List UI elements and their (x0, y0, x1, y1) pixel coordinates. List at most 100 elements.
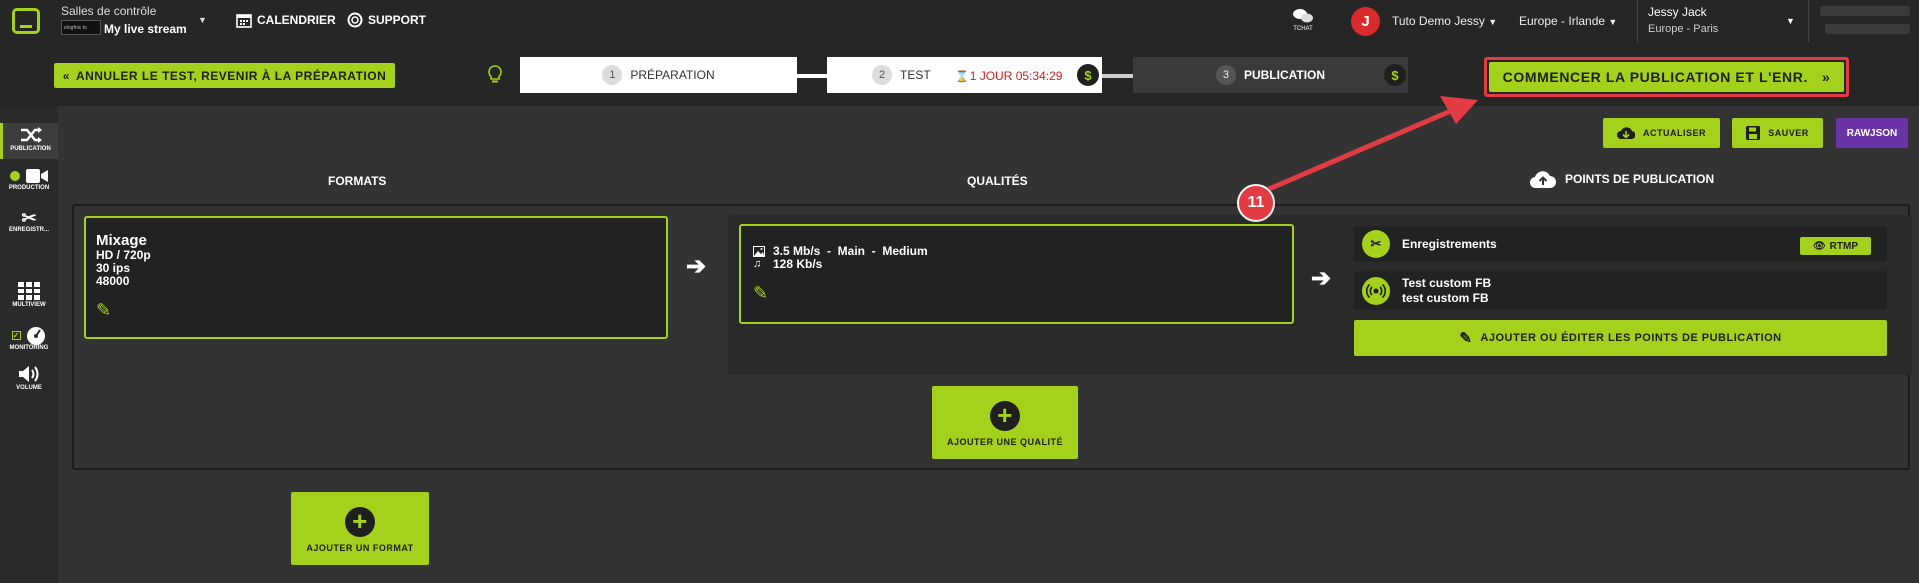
room-chevron-down-icon[interactable]: ▼ (198, 15, 207, 25)
dollar-icon: $ (1384, 64, 1406, 86)
chat-button[interactable]: TCHAT (1288, 8, 1318, 32)
pencil-icon: ✎ (1459, 330, 1473, 347)
add-format-button[interactable]: + AJOUTER UN FORMAT (291, 492, 429, 565)
publication-point-name: Test custom FB (1402, 275, 1492, 290)
speaker-icon (19, 366, 39, 382)
redacted-block (1820, 6, 1910, 16)
add-quality-button[interactable]: + AJOUTER UNE QUALITÉ (932, 386, 1078, 459)
step-callout-badge: 11 (1237, 184, 1275, 222)
divider (1637, 0, 1638, 42)
nav-support[interactable]: SUPPORT (347, 12, 426, 28)
step-label: PRÉPARATION (630, 68, 715, 82)
plus-circle-icon: + (990, 401, 1020, 431)
pencil-icon[interactable]: ✎ (96, 300, 656, 321)
publication-points-heading: POINTS DE PUBLICATION (1530, 169, 1714, 189)
start-publication-button[interactable]: COMMENCER LA PUBLICATION ET L'ENR. » (1489, 62, 1844, 92)
lightbulb-icon[interactable] (487, 65, 503, 85)
step-label: PUBLICATION (1243, 68, 1326, 82)
publication-points-label: POINTS DE PUBLICATION (1565, 172, 1715, 186)
org-selector[interactable]: Tuto Demo Jessy ▼ (1392, 14, 1497, 28)
step-publication[interactable]: 3 PUBLICATION (1133, 57, 1408, 93)
status-dot-icon (10, 171, 20, 181)
rail-item-recording[interactable]: ✂ ENREGISTR... (0, 209, 58, 241)
step-number: 3 (1215, 65, 1236, 85)
nav-calendar[interactable]: CALENDRIER (236, 12, 336, 28)
nav-calendar-label: CALENDRIER (257, 13, 336, 27)
user-timezone: Europe - Paris (1648, 23, 1719, 35)
region-chevron-down-icon: ▼ (1608, 17, 1618, 27)
format-card[interactable]: Mixage HD / 720p 30 ips 48000 ✎ (84, 216, 668, 339)
user-chevron-down-icon[interactable]: ▼ (1786, 16, 1795, 26)
double-chevron-left-icon: « (62, 68, 70, 83)
redacted-block (1825, 24, 1910, 34)
plus-circle-icon: + (345, 507, 375, 537)
rail-label: ENREGISTR... (8, 227, 49, 233)
rail-label: PRODUCTION (8, 185, 50, 191)
timer-value: 1 JOUR 05:34:29 (969, 69, 1063, 83)
chat-bubbles-icon (1293, 9, 1313, 23)
arrow-right-icon: ➔ (686, 253, 707, 280)
grid-icon (18, 282, 40, 300)
step-connector (797, 74, 827, 78)
add-format-label: AJOUTER UN FORMAT (306, 543, 414, 553)
step-connector (1102, 74, 1133, 78)
checkbox-icon: ✓ (11, 330, 21, 340)
format-framerate: 30 ips (96, 261, 131, 275)
floppy-disk-icon (1746, 126, 1761, 140)
qualities-heading: QUALITÉS (967, 174, 1028, 188)
rail-item-monitoring[interactable]: ✓ MONITORING (0, 325, 58, 357)
nav-support-label: SUPPORT (368, 13, 427, 27)
lifebuoy-icon (347, 12, 363, 28)
edit-publication-points-label: AJOUTER OU ÉDITER LES POINTS DE PUBLICAT… (1480, 332, 1782, 344)
rail-item-publication[interactable]: PUBLICATION (0, 123, 58, 159)
rtmp-button[interactable]: 👁 RTMP (1800, 237, 1871, 255)
rail-item-volume[interactable]: VOLUME (0, 365, 58, 397)
avatar[interactable]: J (1351, 7, 1380, 36)
divider (1808, 0, 1809, 42)
step-number: 1 (602, 65, 623, 85)
save-button[interactable]: SAUVER (1732, 118, 1823, 148)
rail-item-production[interactable]: PRODUCTION (0, 169, 58, 201)
double-chevron-right-icon: » (1821, 69, 1831, 85)
cloud-download-icon (1617, 127, 1635, 140)
formats-heading: FORMATS (328, 174, 387, 188)
edit-publication-points-button[interactable]: ✎ AJOUTER OU ÉDITER LES POINTS DE PUBLIC… (1354, 320, 1887, 356)
rail-label: PUBLICATION (10, 146, 51, 152)
step-preparation[interactable]: 1 PRÉPARATION (520, 57, 797, 93)
add-quality-label: AJOUTER UNE QUALITÉ (946, 437, 1063, 447)
scissors-icon: ✂ (1362, 230, 1390, 258)
org-chevron-down-icon: ▼ (1488, 17, 1498, 27)
rail-label: MONITORING (9, 345, 49, 351)
quality-video-row: 3.5 Mb/s - Main - Medium (753, 245, 1280, 258)
cloud-upload-icon (1530, 171, 1556, 189)
quality-card[interactable]: 3.5 Mb/s - Main - Medium ♫ 128 Kb/s ✎ (739, 224, 1294, 324)
format-resolution: HD / 720p (96, 248, 151, 262)
publication-point-subname: test custom FB (1402, 290, 1489, 305)
cancel-test-button[interactable]: « ANNULER LE TEST, REVENIR À LA PRÉPARAT… (54, 63, 395, 88)
calendar-icon (236, 14, 252, 28)
chat-label: TCHAT (1293, 26, 1313, 32)
publication-point-name: Enregistrements (1402, 237, 1497, 251)
rtmp-label: RTMP (1829, 240, 1859, 252)
quality-audio-value: 128 Kb/s (773, 257, 823, 271)
scissors-icon: ✂ (21, 208, 37, 228)
app-logo-icon[interactable] (12, 8, 40, 34)
refresh-button[interactable]: ACTUALISER (1603, 118, 1720, 148)
start-publication-label: COMMENCER LA PUBLICATION ET L'ENR. (1502, 69, 1808, 85)
room-name[interactable]: My live stream (104, 22, 187, 36)
pencil-icon[interactable]: ✎ (753, 283, 1280, 304)
image-icon (753, 246, 765, 257)
region-label: Europe - Irlande (1519, 14, 1606, 28)
format-title: Mixage (96, 232, 147, 249)
room-section-title: Salles de contrôle (61, 4, 157, 18)
test-timer: ⌛ 1 JOUR 05:34:29 (955, 69, 1062, 83)
publication-point-row[interactable]: Test custom FB test custom FB (1354, 271, 1887, 310)
cancel-test-label: ANNULER LE TEST, REVENIR À LA PRÉPARATIO… (75, 68, 387, 83)
arrow-right-icon: ➔ (1311, 265, 1332, 292)
region-selector[interactable]: Europe - Irlande ▼ (1519, 14, 1617, 28)
user-name[interactable]: Jessy Jack (1648, 5, 1707, 19)
refresh-label: ACTUALISER (1643, 128, 1706, 138)
raw-json-button[interactable]: RAWJSON (1836, 118, 1908, 148)
org-label: Tuto Demo Jessy (1392, 14, 1485, 28)
rail-item-multiview[interactable]: MULTIVIEW (0, 282, 58, 314)
